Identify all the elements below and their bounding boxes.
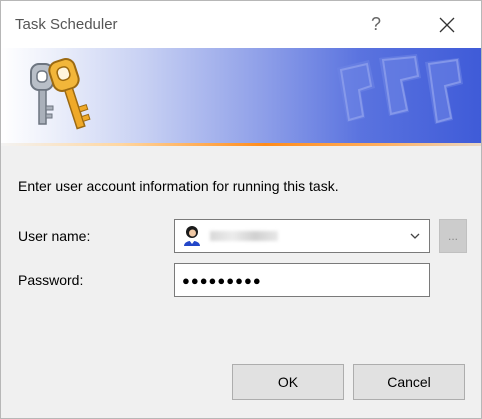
close-button[interactable] (423, 1, 471, 48)
dialog-content: Enter user account information for runni… (1, 146, 481, 418)
window-title: Task Scheduler (15, 16, 118, 33)
banner (1, 48, 481, 146)
help-icon: ? (370, 14, 381, 34)
password-value: ●●●●●●●●● (182, 272, 262, 288)
user-name-combobox[interactable] (174, 219, 430, 253)
password-field[interactable]: ●●●●●●●●● (174, 263, 430, 297)
user-name-label: User name: (18, 228, 91, 244)
user-avatar-icon (184, 226, 200, 246)
password-label: Password: (18, 272, 84, 288)
close-icon (439, 17, 455, 32)
banner-decoration (337, 54, 463, 124)
ok-button[interactable]: OK (232, 364, 344, 400)
chevron-down-icon[interactable] (409, 230, 421, 242)
browse-users-button[interactable]: ... (439, 219, 467, 253)
keys-icon (30, 58, 91, 130)
instruction-text: Enter user account information for runni… (18, 178, 339, 194)
cancel-button[interactable]: Cancel (353, 364, 465, 400)
task-scheduler-dialog: Task Scheduler ? Enter user account info… (0, 0, 482, 419)
title-bar: Task Scheduler ? (1, 1, 481, 48)
help-button[interactable]: ? (353, 1, 399, 48)
user-name-value-redacted (210, 231, 278, 241)
